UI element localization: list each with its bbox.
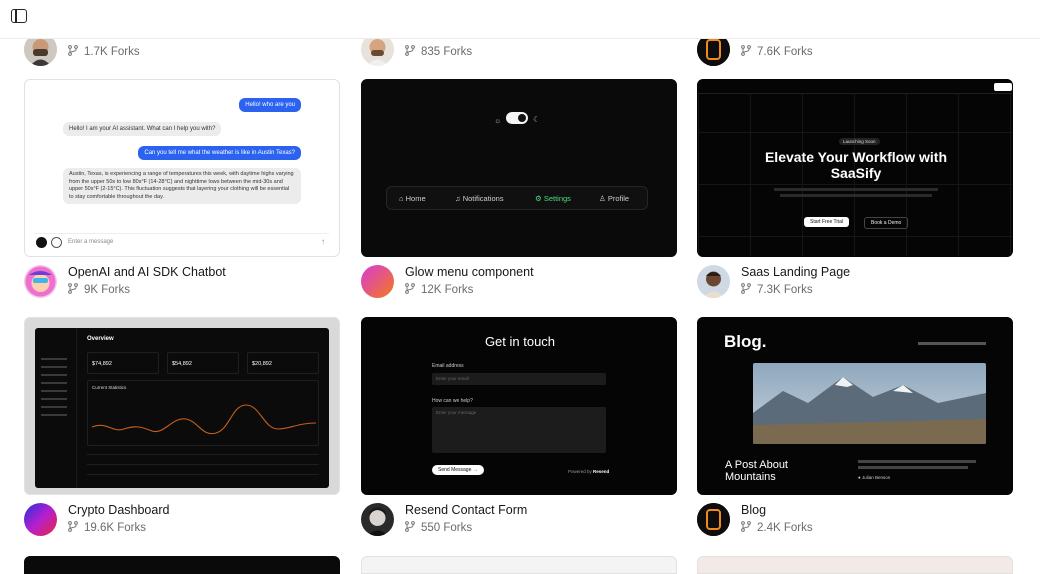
author-avatar (24, 503, 57, 536)
blog-hero-image (753, 363, 986, 444)
chat-user-message: Can you tell me what the weather is like… (138, 146, 301, 160)
message-label: How can we help? (432, 398, 473, 404)
fork-icon (741, 283, 751, 294)
author-avatar (361, 265, 394, 298)
fork-count: 550 Forks (405, 521, 472, 534)
author-avatar (361, 503, 394, 536)
moon-icon: ☾ (533, 115, 541, 124)
vercel-logo-icon (36, 237, 47, 248)
fork-icon (68, 521, 78, 532)
fork-count: 1.7K Forks (68, 45, 140, 58)
fork-count: 835 Forks (405, 45, 472, 58)
author-avatar (697, 503, 730, 536)
message-field[interactable]: Enter your message (432, 407, 606, 453)
template-thumbnail-contact-form[interactable]: Get in touch Email address Enter your em… (361, 317, 677, 495)
template-title[interactable]: Resend Contact Form (405, 503, 527, 517)
author-avatar (24, 265, 57, 298)
template-thumbnail-blog[interactable]: Blog. A Post About Mountains ● Julian Be… (697, 317, 1013, 495)
blog-excerpt-line (858, 466, 968, 469)
blog-excerpt-line (858, 460, 976, 463)
saas-nav-button[interactable] (994, 83, 1012, 91)
fork-count: 9K Forks (68, 283, 130, 296)
powered-by: Powered by Resend (568, 469, 610, 474)
sidebar-toggle-icon[interactable] (11, 9, 27, 23)
menu-item-settings[interactable]: ⚙ Settings (535, 194, 571, 203)
chat-input-placeholder: Enter a message (68, 239, 114, 245)
template-thumbnail[interactable] (361, 556, 677, 574)
blog-author: ● Julian Benson (858, 475, 891, 480)
chat-input-bar[interactable]: Enter a message ↑ (34, 233, 329, 249)
template-title[interactable]: Crypto Dashboard (68, 503, 169, 517)
template-thumbnail-saas[interactable]: Launching Soon Elevate Your Workflow wit… (697, 79, 1013, 257)
fork-count: 2.4K Forks (741, 521, 813, 534)
template-thumbnail[interactable] (24, 556, 340, 574)
email-field[interactable]: Enter your email (432, 373, 606, 385)
fork-count: 19.6K Forks (68, 521, 146, 534)
chat-user-message: Hello! who are you (239, 98, 301, 112)
send-message-button[interactable]: Send Message → (432, 465, 484, 475)
blog-post-title[interactable]: A Post About (725, 459, 788, 471)
saas-headline: Elevate Your Workflow with (764, 149, 948, 165)
blog-nav (918, 342, 986, 345)
saas-headline-brand: SaaSify (830, 165, 882, 181)
template-title[interactable]: OpenAI and AI SDK Chatbot (68, 265, 226, 279)
blog-logo: Blog. (724, 332, 767, 351)
menu-item-profile[interactable]: ♙ Profile (599, 194, 629, 203)
email-label: Email address (432, 363, 464, 369)
chat-bot-message: Hello! I am your AI assistant. What can … (63, 122, 222, 136)
sun-icon: ☼ (494, 116, 502, 125)
template-thumbnail-glow-menu[interactable]: ☼ ☾ ⌂ Home ♫ Notifications ⚙ Settings ♙ … (361, 79, 677, 257)
template-card-meta[interactable]: Blog 2.4K Forks (697, 503, 1013, 539)
template-grid: 1.7K Forks 835 Forks 7.6K Forks Hello! w… (0, 0, 1040, 574)
blog-post-title[interactable]: Mountains (725, 471, 776, 483)
crypto-stat-card: $20,892 (247, 352, 319, 374)
crypto-stat-card: $54,892 (167, 352, 239, 374)
template-title[interactable]: Saas Landing Page (741, 265, 850, 279)
saas-subtext-line (774, 188, 938, 191)
fork-count: 7.3K Forks (741, 283, 813, 296)
fork-icon (68, 283, 78, 294)
fork-icon (68, 45, 78, 56)
template-card-meta[interactable]: Resend Contact Form 550 Forks (361, 503, 677, 539)
author-avatar (697, 265, 730, 298)
saas-navbar (698, 80, 1012, 94)
saas-secondary-cta[interactable]: Book a Demo (864, 217, 909, 229)
menu-item-notifications[interactable]: ♫ Notifications (455, 194, 504, 203)
fork-count: 7.6K Forks (741, 45, 813, 58)
crypto-sidebar (35, 328, 77, 488)
template-title[interactable]: Blog (741, 503, 766, 517)
crypto-chart-card: Current Statistics (87, 380, 319, 446)
contact-heading: Get in touch (484, 334, 556, 349)
template-card-meta[interactable]: Crypto Dashboard 19.6K Forks (24, 503, 340, 539)
template-thumbnail-crypto[interactable]: Overview $74,892 $54,892 $20,892 Current… (24, 317, 340, 495)
saas-primary-cta[interactable]: Start Free Trial (804, 217, 850, 227)
fork-count: 12K Forks (405, 283, 473, 296)
crypto-app-window: Overview $74,892 $54,892 $20,892 Current… (35, 328, 329, 488)
template-thumbnail-chatbot[interactable]: Hello! who are you Hello! I am your AI a… (24, 79, 340, 257)
send-arrow-icon[interactable]: ↑ (321, 237, 325, 246)
openai-logo-icon (51, 237, 62, 248)
template-thumbnail[interactable] (697, 556, 1013, 574)
chat-bot-message: Austin, Texas, is experiencing a range o… (63, 168, 301, 204)
template-card-meta[interactable]: OpenAI and AI SDK Chatbot 9K Forks (24, 265, 340, 301)
crypto-table (87, 452, 319, 482)
crypto-stat-card: $74,892 (87, 352, 159, 374)
template-card-meta[interactable]: Glow menu component 12K Forks (361, 265, 677, 301)
template-title[interactable]: Glow menu component (405, 265, 534, 279)
top-bar (0, 0, 1040, 39)
fork-icon (405, 45, 415, 56)
theme-toggle[interactable] (506, 112, 528, 124)
fork-icon (741, 521, 751, 532)
template-card-meta[interactable]: Saas Landing Page 7.3K Forks (697, 265, 1013, 301)
crypto-heading: Overview (87, 336, 114, 342)
saas-subtext-line (780, 194, 932, 197)
glow-menu-bar: ⌂ Home ♫ Notifications ⚙ Settings ♙ Prof… (386, 186, 648, 210)
fork-icon (741, 45, 751, 56)
crypto-line-chart (92, 404, 316, 435)
saas-badge: Launching Soon (839, 138, 880, 145)
fork-icon (405, 283, 415, 294)
fork-icon (405, 521, 415, 532)
menu-item-home[interactable]: ⌂ Home (399, 194, 426, 203)
